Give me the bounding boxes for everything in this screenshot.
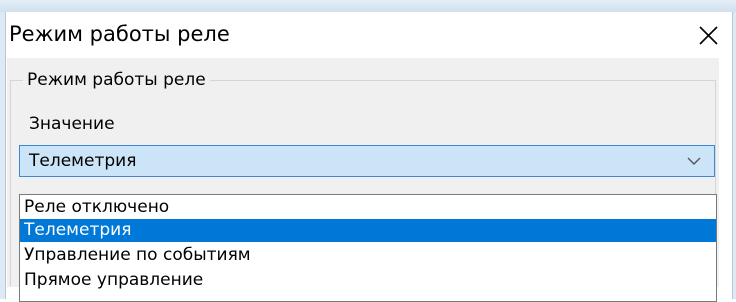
- combobox-selected-value: Телеметрия: [29, 151, 137, 171]
- option-telemetry[interactable]: Телеметрия: [20, 219, 716, 242]
- option-direct-control[interactable]: Прямое управление: [20, 269, 716, 292]
- value-label: Значение: [29, 114, 115, 134]
- dialog-title: Режим работы реле: [9, 22, 230, 46]
- option-relay-off[interactable]: Реле отключено: [20, 196, 716, 219]
- chevron-down-icon: [687, 157, 701, 165]
- close-icon: [699, 26, 718, 45]
- option-event-control[interactable]: Управление по событиям: [20, 244, 716, 267]
- group-title: Режим работы реле: [23, 70, 210, 90]
- close-button[interactable]: [692, 18, 726, 52]
- value-combobox[interactable]: Телеметрия: [19, 145, 715, 177]
- combobox-dropdown-list: Реле отключено Телеметрия Управление по …: [19, 194, 717, 302]
- window-top-edge: [0, 0, 736, 12]
